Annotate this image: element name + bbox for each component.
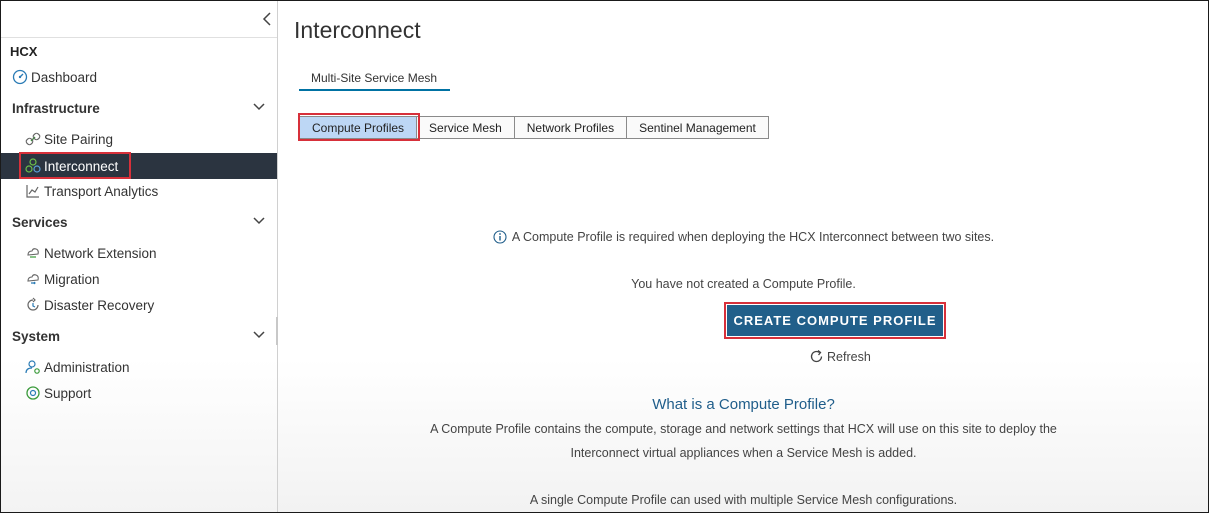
sidebar-item-transport-analytics[interactable]: Transport Analytics <box>1 178 277 204</box>
sidebar-item-dashboard[interactable]: Dashboard <box>1 64 277 90</box>
info-icon <box>493 230 507 244</box>
refresh-button[interactable]: Refresh <box>809 349 871 364</box>
info-text: A Compute Profile is required when deplo… <box>511 230 995 244</box>
admin-icon <box>25 359 41 375</box>
main-content: Interconnect Multi-Site Service Mesh Com… <box>278 1 1208 512</box>
segmented-control: Compute Profiles Service Mesh Network Pr… <box>299 116 769 139</box>
sidebar-item-interconnect[interactable]: Interconnect <box>1 153 277 179</box>
chevron-down-icon <box>253 100 265 112</box>
sidebar-item-site-pairing[interactable]: Site Pairing <box>1 126 277 152</box>
recovery-icon <box>25 297 41 313</box>
chevron-down-icon <box>253 214 265 226</box>
network-extension-icon <box>25 245 41 261</box>
section-services[interactable]: Services <box>1 209 277 235</box>
section-infrastructure[interactable]: Infrastructure <box>1 95 277 121</box>
section-system[interactable]: System <box>1 323 277 349</box>
refresh-label: Refresh <box>827 349 871 364</box>
refresh-icon <box>809 349 824 364</box>
info-message: A Compute Profile is required when deplo… <box>278 230 1209 244</box>
section-label: System <box>12 328 61 344</box>
segment-sentinel-management[interactable]: Sentinel Management <box>627 116 769 139</box>
segment-compute-profiles[interactable]: Compute Profiles <box>299 116 418 139</box>
sidebar-item-label: Dashboard <box>31 69 98 85</box>
segment-network-profiles[interactable]: Network Profiles <box>514 116 628 139</box>
sidebar-item-migration[interactable]: Migration <box>1 266 277 292</box>
sidebar-item-label: Support <box>44 385 92 401</box>
sidebar-item-label: Disaster Recovery <box>44 297 155 313</box>
tab-multi-site-service-mesh[interactable]: Multi-Site Service Mesh <box>299 67 450 91</box>
sidebar-item-label: Migration <box>44 271 100 287</box>
interconnect-icon <box>25 158 41 174</box>
sidebar-item-label: Administration <box>44 359 130 375</box>
segment-service-mesh[interactable]: Service Mesh <box>417 116 515 139</box>
sidebar-item-label: Transport Analytics <box>44 183 159 199</box>
divider <box>1 37 277 38</box>
chevron-down-icon <box>253 328 265 340</box>
link-icon <box>25 131 41 147</box>
sidebar-item-label: Interconnect <box>44 158 119 174</box>
help-description: A Compute Profile contains the compute, … <box>430 422 1057 436</box>
sidebar: HCX Dashboard Infrastructure Site Pairin… <box>1 1 279 512</box>
dashboard-icon <box>12 69 28 85</box>
empty-state-text: You have not created a Compute Profile. <box>631 277 856 291</box>
help-description: Interconnect virtual appliances when a S… <box>570 446 917 460</box>
create-compute-profile-button[interactable]: CREATE COMPUTE PROFILE <box>727 305 943 336</box>
app-window: HCX Dashboard Infrastructure Site Pairin… <box>0 0 1209 513</box>
sidebar-item-label: Site Pairing <box>44 131 114 147</box>
sidebar-item-network-extension[interactable]: Network Extension <box>1 240 277 266</box>
page-title: Interconnect <box>294 17 421 43</box>
sidebar-item-administration[interactable]: Administration <box>1 354 277 380</box>
chart-icon <box>25 183 41 199</box>
help-description: A single Compute Profile can used with m… <box>529 493 958 507</box>
support-icon <box>25 385 41 401</box>
app-title: HCX <box>10 44 38 59</box>
migration-icon <box>25 271 41 287</box>
sidebar-item-label: Network Extension <box>44 245 157 261</box>
sidebar-item-disaster-recovery[interactable]: Disaster Recovery <box>1 292 277 318</box>
sidebar-item-support[interactable]: Support <box>1 380 277 406</box>
section-label: Services <box>12 214 68 230</box>
collapse-sidebar-icon[interactable] <box>261 11 275 29</box>
help-title: What is a Compute Profile? <box>652 396 835 413</box>
section-label: Infrastructure <box>12 100 100 116</box>
